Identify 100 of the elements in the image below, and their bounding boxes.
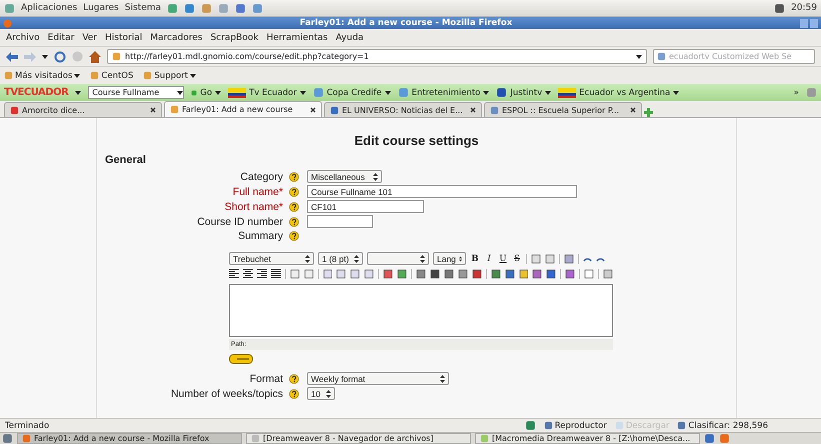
format-button[interactable]: I xyxy=(484,254,494,264)
workspace-icon xyxy=(719,433,730,444)
panel-menu[interactable]: Sistema xyxy=(124,3,162,13)
summary-editor[interactable] xyxy=(229,284,613,337)
menu-item[interactable]: Historial xyxy=(105,32,142,42)
flag-icon xyxy=(558,88,576,98)
category-select[interactable]: Miscellaneous xyxy=(307,170,382,183)
updown-icon xyxy=(354,254,359,262)
app-icon xyxy=(251,434,260,443)
help-badge-icon[interactable] xyxy=(229,354,253,364)
field-label: Number of weeks/topics xyxy=(170,388,283,400)
taskbar-button[interactable]: Farley01: Add a new course - Mozilla Firefox xyxy=(17,433,242,444)
app-icon xyxy=(398,87,409,98)
format-button[interactable]: B xyxy=(470,254,480,264)
taskbar-button[interactable]: [Macromedia Dreamweaver 8 - [Z:\home\Desca... xyxy=(475,433,700,444)
window-title: Farley01: Add a new course - Mozilla Firefox xyxy=(298,18,514,28)
address-bar[interactable]: http://farley01.mdl.gnomio.com/course/edit.php?category=1 xyxy=(107,49,647,64)
site-icon xyxy=(10,106,19,114)
close-icon[interactable] xyxy=(150,107,156,113)
launcher-icon xyxy=(252,2,264,14)
section-title: General xyxy=(105,154,147,166)
help-icon[interactable] xyxy=(289,216,299,226)
app-icon xyxy=(496,87,508,98)
status-item[interactable]: Reproductor xyxy=(544,420,607,430)
caret-icon xyxy=(384,90,391,94)
format-button[interactable]: U xyxy=(498,254,508,264)
caret-icon xyxy=(74,74,80,78)
align-icon[interactable] xyxy=(242,269,253,278)
browser-tab[interactable]: Farley01: Add a new course xyxy=(164,101,322,117)
browser-tab[interactable]: EL UNIVERSO: Noticias del E... xyxy=(324,102,482,117)
site-icon xyxy=(170,105,179,114)
updown-icon xyxy=(373,172,378,180)
lang-select[interactable]: Lang xyxy=(433,252,466,265)
reload-icon[interactable] xyxy=(54,50,66,62)
panel-menu[interactable]: Lugares xyxy=(83,3,119,13)
launcher-icon xyxy=(235,2,246,14)
size-select[interactable]: 1 (8 pt) xyxy=(318,252,363,265)
number-select[interactable]: 10 xyxy=(307,387,335,400)
format-button[interactable]: S xyxy=(512,254,522,264)
site-icon xyxy=(490,106,499,114)
help-icon[interactable] xyxy=(289,388,299,398)
bookmark[interactable]: Más visitados xyxy=(4,70,80,80)
app-icon xyxy=(480,434,489,443)
app-icon xyxy=(22,434,31,443)
text-field[interactable]: Course Fullname 101 xyxy=(307,185,577,198)
field-label: Format xyxy=(248,372,283,384)
align-icon[interactable] xyxy=(229,269,239,278)
browser-tab[interactable]: ESPOL :: Escuela Superior P... xyxy=(484,102,642,117)
launcher-icon xyxy=(184,2,196,14)
close-icon[interactable] xyxy=(470,107,476,113)
bookmark[interactable]: CentOS xyxy=(90,70,134,80)
text-field[interactable] xyxy=(307,215,373,228)
format-select[interactable]: Weekly format xyxy=(307,372,449,385)
caret-icon xyxy=(545,90,552,94)
status-item[interactable]: Clasificar: 298,596 xyxy=(677,420,768,430)
help-icon[interactable] xyxy=(289,186,299,196)
home-icon[interactable] xyxy=(89,50,101,62)
help-icon[interactable] xyxy=(289,202,299,212)
menu-item[interactable]: Ayuda xyxy=(336,32,364,42)
toolbar-menu[interactable]: Justintv xyxy=(496,87,552,98)
menu-item[interactable]: Marcadores xyxy=(150,32,202,42)
toolbar-menu[interactable]: Tv Ecuador xyxy=(228,88,306,98)
bookmark[interactable]: Support xyxy=(143,70,196,80)
menu-item[interactable]: ScrapBook xyxy=(210,32,258,42)
close-icon[interactable] xyxy=(310,106,316,112)
more-button[interactable]: » xyxy=(794,88,799,98)
font-select[interactable]: Trebuchet xyxy=(229,252,314,265)
help-icon[interactable] xyxy=(289,231,299,241)
field-label: Summary xyxy=(237,230,283,242)
field-label: Course ID number xyxy=(196,216,283,228)
taskbar-button[interactable]: [Dreamweaver 8 - Navegador de archivos] xyxy=(246,433,471,444)
align-icon[interactable] xyxy=(270,269,281,278)
launcher-icon xyxy=(167,2,178,14)
toolbar-menu[interactable]: Copa Credife xyxy=(312,87,391,98)
caret-icon xyxy=(483,90,490,94)
menu-item[interactable]: Editar xyxy=(48,32,74,42)
browser-tab[interactable]: Amorcito dice... xyxy=(4,102,162,117)
panel-menu[interactable]: Aplicaciones xyxy=(21,3,78,13)
toolbar-menu[interactable]: Entretenimiento xyxy=(398,87,490,98)
toolbar-menu[interactable]: Ecuador vs Argentina xyxy=(558,88,680,98)
site-icon xyxy=(330,106,339,114)
toolbar-logo: TVECUADOR xyxy=(4,87,68,98)
help-icon[interactable] xyxy=(289,374,299,384)
text-field[interactable]: CF101 xyxy=(307,200,424,213)
toolbar-search-field[interactable]: Course Fullname xyxy=(88,86,184,99)
help-icon[interactable] xyxy=(289,172,299,182)
close-icon[interactable] xyxy=(630,107,636,113)
back-icon[interactable] xyxy=(6,52,18,62)
site-icon xyxy=(112,52,121,61)
clock: 20:59 xyxy=(791,3,817,13)
go-button[interactable]: Go xyxy=(191,88,222,98)
workspace-icon xyxy=(704,433,715,444)
menu-item[interactable]: Archivo xyxy=(6,32,40,42)
menu-item[interactable]: Ver xyxy=(82,32,98,42)
align-icon[interactable] xyxy=(256,269,267,278)
menu-item[interactable]: Herramientas xyxy=(266,32,328,42)
caret-icon xyxy=(300,90,306,94)
field-label: Category xyxy=(239,170,283,182)
firefox-icon xyxy=(3,18,12,28)
updown-icon xyxy=(326,390,331,398)
